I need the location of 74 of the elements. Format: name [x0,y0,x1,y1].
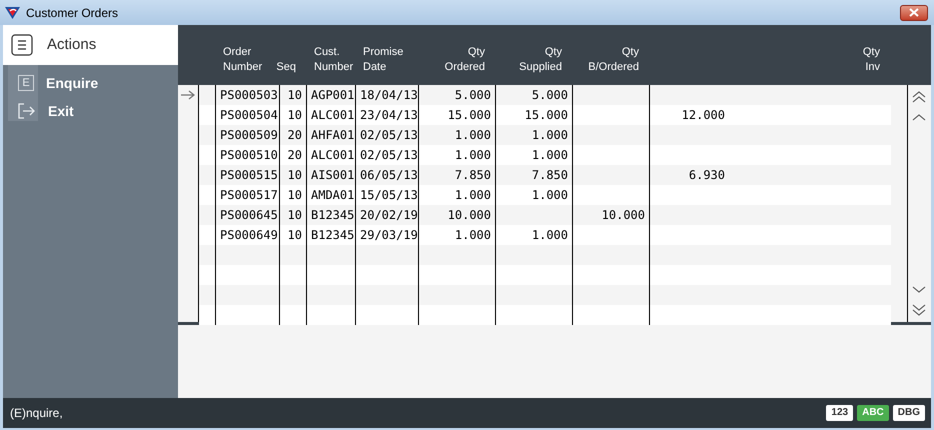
action-item[interactable]: Exit [8,97,106,125]
table-cell-text: 10 [288,207,302,224]
close-button[interactable] [900,4,928,20]
table-cell-text: 1.000 [532,227,568,244]
key-icon: E [18,75,34,91]
table-cell-text: 15.000 [524,107,568,124]
table-cell-text: 6.930 [688,167,725,184]
table-cell-text: 12.000 [682,107,725,124]
table-cell-text: 10 [288,227,302,244]
table-cell-text: 15/05/13 [360,187,418,204]
table-cell-text: PS000509 [220,127,278,144]
table-cell-text: 5.000 [532,87,568,104]
table-cell-text: 20 [288,127,302,144]
table-cell-text: B12345 [311,227,354,244]
app-logo-icon [5,6,20,20]
exit-icon [18,103,36,119]
table-cell-text: 1.000 [532,127,568,144]
menu-icon[interactable] [11,34,33,56]
table-cell-text: 7.850 [454,167,491,184]
scroll-bottom-icon[interactable] [912,304,926,316]
table-cell-text: 10 [288,87,302,104]
table-cell-text: 1.000 [454,147,491,164]
status-indicator[interactable]: DBG [892,405,925,421]
table-cell-text: PS000510 [220,147,278,164]
column-header[interactable]: Qty Ordered [444,45,485,75]
table-cell-text: 1.000 [454,127,491,144]
table-cell-text: 20 [288,147,302,164]
status-indicator[interactable]: 123 [826,405,854,421]
table-cell-text: 23/04/13 [360,107,418,124]
column-header[interactable]: Cust. Number [314,45,354,75]
table-cell-text: 20/02/19 [360,207,418,224]
table-cell-text: 10.000 [448,207,491,224]
action-item[interactable]: E Enquire [8,69,106,97]
close-icon [909,8,919,17]
scroll-top-icon[interactable] [912,91,926,103]
column-header[interactable]: Qty Inv [862,45,880,75]
table-cell-text: AHFA01 [311,127,354,144]
table-cell-text: AMDA01 [311,187,354,204]
column-header[interactable]: Order Number [223,45,262,75]
table-cell-text: ALC001 [311,107,354,124]
table-cell-text: PS000504 [220,107,278,124]
table-cell-text: 15.000 [448,107,491,124]
column-header[interactable]: Promise Date [363,45,404,75]
table-cell-text: PS000645 [220,207,278,224]
table-cell-text: 7.850 [532,167,568,184]
table-cell-text: PS000503 [220,87,278,104]
status-text: (E)nquire, [10,405,63,422]
table-cell-text: PS000649 [220,227,278,244]
actions-title: Actions [47,34,96,55]
column-header[interactable]: Qty B/Ordered [588,45,639,75]
table-cell-text: AIS001 [311,167,354,184]
table-cell-text: B12345 [311,207,354,224]
table-cell-text: 1.000 [532,187,568,204]
current-row-arrow-icon [181,90,195,100]
table-cell-text: 02/05/13 [360,127,418,144]
table-cell-text: 1.000 [532,147,568,164]
table-cell-text: ALC001 [311,147,354,164]
table-cell-text: 10.000 [602,207,645,224]
column-header[interactable]: Seq [276,60,296,75]
table-cell-text: 10 [288,107,302,124]
table-cell-text: 1.000 [454,187,491,204]
window-title: Customer Orders [26,4,118,22]
table-cell-text: 18/04/13 [360,87,418,104]
table-cell-text: 5.000 [454,87,491,104]
table-cell-text: 29/03/19 [360,227,418,244]
table-cell-text: 10 [288,187,302,204]
table-cell-text: AGP001 [311,87,354,104]
table-cell-text: 02/05/13 [360,147,418,164]
table-cell-text: 10 [288,167,302,184]
table-cell-text: 06/05/13 [360,167,418,184]
column-header[interactable]: Qty Supplied [519,45,562,75]
table-cell-text: 1.000 [454,227,491,244]
table-cell-text: PS000517 [220,187,278,204]
table-cell-text: PS000515 [220,167,278,184]
